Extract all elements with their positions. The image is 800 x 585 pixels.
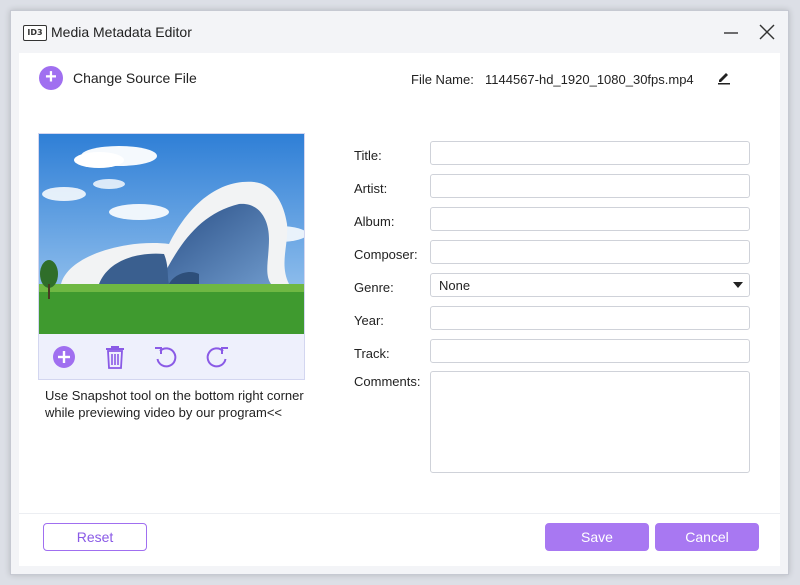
composer-field[interactable] [430, 240, 750, 264]
album-field[interactable] [430, 207, 750, 231]
pencil-icon[interactable] [716, 69, 732, 85]
plus-circle-icon: + [39, 66, 63, 90]
artist-field[interactable] [430, 174, 750, 198]
year-label: Year: [354, 313, 384, 328]
id3-badge-icon: ID3 [23, 25, 47, 41]
track-label: Track: [354, 346, 390, 361]
reset-button[interactable]: Reset [43, 523, 147, 551]
title-field[interactable] [430, 141, 750, 165]
minimize-icon[interactable] [722, 23, 740, 41]
cancel-button[interactable]: Cancel [655, 523, 759, 551]
title-bar: ID3 Media Metadata Editor [11, 11, 788, 53]
caret-down-icon [733, 282, 743, 288]
trash-icon[interactable] [102, 344, 128, 370]
editor-content: Use Snapshot tool on the bottom right co… [19, 103, 780, 513]
composer-label: Composer: [354, 247, 418, 262]
rotate-right-icon[interactable] [204, 344, 230, 370]
genre-select[interactable]: None [430, 273, 750, 297]
window-title: Media Metadata Editor [51, 24, 192, 40]
add-cover-icon[interactable] [51, 344, 77, 370]
metadata-editor-window: ID3 Media Metadata Editor + Change Sourc… [10, 10, 789, 575]
genre-value: None [439, 278, 471, 293]
album-label: Album: [354, 214, 395, 229]
dialog-footer: Reset Save Cancel [19, 513, 780, 566]
change-source-button[interactable]: + Change Source File [39, 65, 197, 91]
snapshot-hint: Use Snapshot tool on the bottom right co… [45, 388, 304, 420]
comments-label: Comments: [354, 374, 421, 389]
cover-art-panel [38, 133, 305, 380]
comments-field[interactable] [430, 371, 750, 473]
title-label: Title: [354, 148, 382, 163]
track-field[interactable] [430, 339, 750, 363]
change-source-label: Change Source File [73, 70, 197, 86]
year-field[interactable] [430, 306, 750, 330]
cover-actions-bar [39, 334, 304, 379]
source-toolbar: + Change Source File File Name: 1144567-… [19, 53, 780, 104]
artist-label: Artist: [354, 181, 388, 196]
file-name-value: 1144567-hd_1920_1080_30fps.mp4 [485, 72, 694, 87]
rotate-left-icon[interactable] [153, 344, 179, 370]
file-name-label: File Name: [411, 72, 474, 87]
genre-label: Genre: [354, 280, 394, 295]
save-button[interactable]: Save [545, 523, 649, 551]
cover-art-image [39, 134, 304, 334]
close-icon[interactable] [758, 23, 776, 41]
